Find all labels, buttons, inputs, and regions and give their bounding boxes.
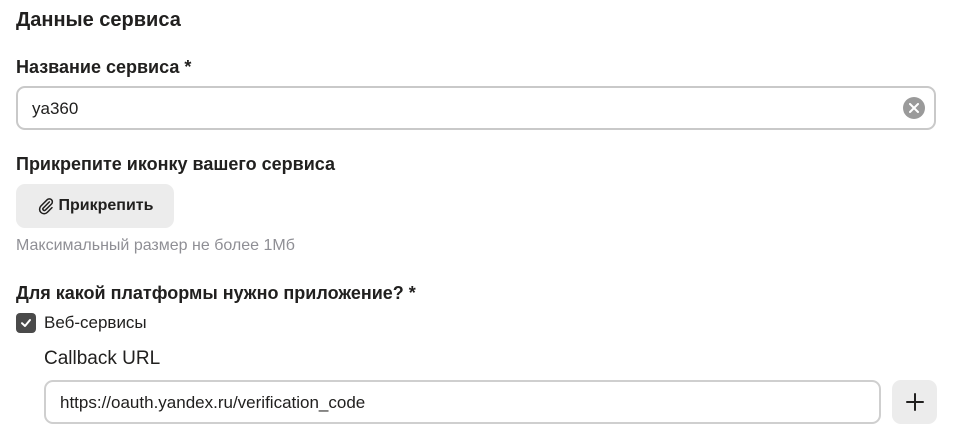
clear-icon[interactable] bbox=[903, 97, 925, 119]
upload-hint: Максимальный размер не более 1Мб bbox=[16, 237, 295, 254]
callback-url-value[interactable]: https://oauth.yandex.ru/verification_cod… bbox=[60, 392, 365, 414]
web-services-label[interactable]: Веб-сервисы bbox=[44, 312, 147, 334]
plus-icon bbox=[905, 393, 924, 411]
service-name-label: Название сервиса * bbox=[16, 57, 192, 77]
attach-button-label: Прикрепить bbox=[58, 197, 154, 214]
close-icon bbox=[909, 103, 919, 113]
paperclip-icon bbox=[38, 198, 53, 215]
callback-url-input[interactable]: https://oauth.yandex.ru/verification_cod… bbox=[44, 380, 881, 424]
section-title: Данные сервиса bbox=[16, 9, 181, 31]
add-callback-button[interactable] bbox=[892, 380, 937, 424]
web-services-checkbox[interactable] bbox=[16, 313, 36, 333]
service-name-input[interactable]: ya360 bbox=[16, 86, 936, 130]
service-name-value[interactable]: ya360 bbox=[32, 98, 78, 120]
attach-button[interactable]: Прикрепить bbox=[16, 184, 174, 228]
callback-url-label: Callback URL bbox=[44, 348, 161, 369]
icon-upload-label: Прикрепите иконку вашего сервиса bbox=[16, 154, 335, 174]
platform-label: Для какой платформы нужно приложение? * bbox=[16, 283, 416, 303]
checkmark-icon bbox=[21, 319, 31, 327]
